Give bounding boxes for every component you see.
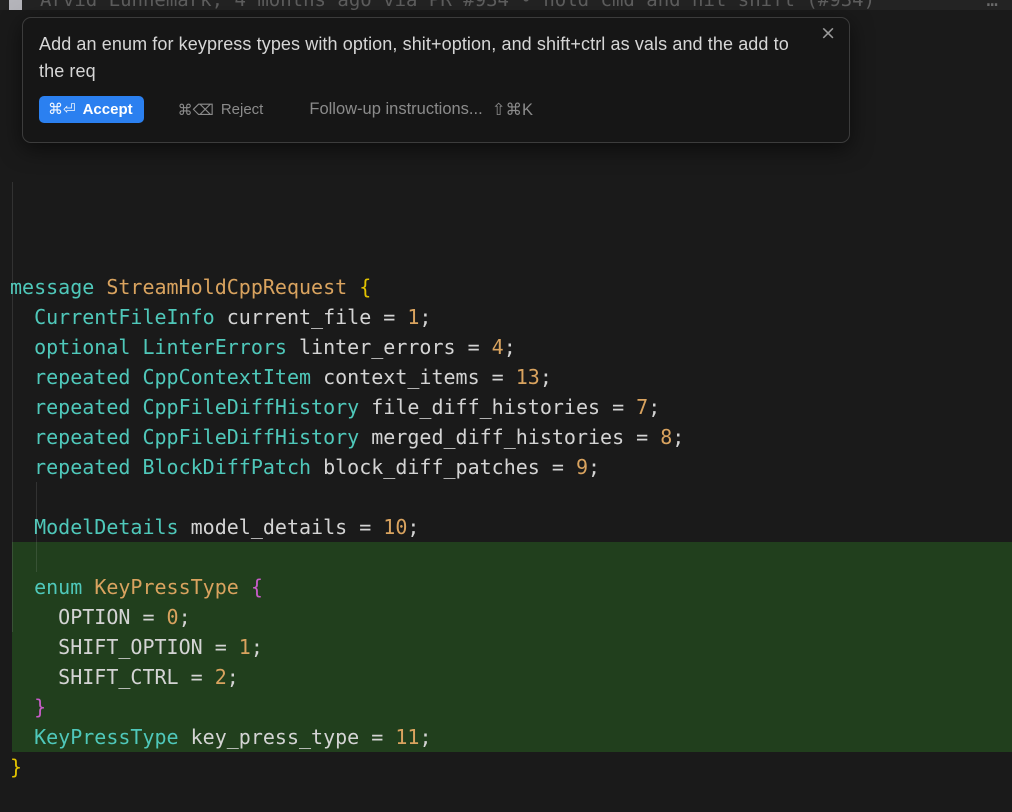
- close-icon[interactable]: ×: [820, 24, 836, 43]
- indent-guide-level1: [12, 182, 13, 632]
- text-cursor-block: [9, 0, 22, 10]
- code-line[interactable]: }: [0, 752, 1012, 782]
- code-line[interactable]: optional LinterErrors linter_errors = 4;: [0, 332, 1012, 362]
- code-line-added[interactable]: }: [0, 692, 1012, 722]
- blame-annotation-strip: Arvid Lunnemark, 4 months ago via PR #93…: [0, 0, 1012, 10]
- code-line[interactable]: repeated CppFileDiffHistory merged_diff_…: [0, 422, 1012, 452]
- code-line-added[interactable]: SHIFT_OPTION = 1;: [0, 632, 1012, 662]
- code-line[interactable]: repeated BlockDiffPatch block_diff_patch…: [0, 452, 1012, 482]
- code-area[interactable]: message StreamHoldCppRequest { CurrentFi…: [0, 152, 1012, 812]
- code-line-added[interactable]: SHIFT_CTRL = 2;: [0, 662, 1012, 692]
- reject-button-label: Reject: [221, 101, 264, 118]
- prompt-text: Add an enum for keypress types with opti…: [39, 31, 819, 85]
- code-line-added[interactable]: [0, 542, 1012, 572]
- code-line[interactable]: repeated CppContextItem context_items = …: [0, 362, 1012, 392]
- code-line[interactable]: repeated CppFileDiffHistory file_diff_hi…: [0, 392, 1012, 422]
- blame-overflow-ellipsis: …: [987, 0, 998, 10]
- followup-placeholder: Follow-up instructions...: [309, 100, 482, 119]
- code-line-added[interactable]: OPTION = 0;: [0, 602, 1012, 632]
- accept-button-label: Accept: [83, 101, 133, 118]
- followup-shortcut-hint: ⇧⌘K: [492, 100, 533, 120]
- code-line[interactable]: ModelDetails model_details = 10;: [0, 512, 1012, 542]
- code-line[interactable]: [0, 482, 1012, 512]
- blame-annotation-text: Arvid Lunnemark, 4 months ago via PR #93…: [40, 0, 875, 10]
- reject-shortcut-icon: ⌘⌫: [178, 101, 214, 119]
- inline-edit-popup: × Add an enum for keypress types with op…: [22, 17, 850, 143]
- code-line[interactable]: CurrentFileInfo current_file = 1;: [0, 302, 1012, 332]
- accept-button[interactable]: ⌘⏎ Accept: [39, 96, 144, 123]
- followup-instructions-input[interactable]: Follow-up instructions... ⇧⌘K: [309, 100, 533, 120]
- popup-actions-row: ⌘⏎ Accept ⌘⌫ Reject Follow-up instructio…: [39, 96, 833, 123]
- accept-shortcut-icon: ⌘⏎: [48, 100, 76, 118]
- code-lines-container: message StreamHoldCppRequest { CurrentFi…: [0, 272, 1012, 782]
- code-line-added[interactable]: enum KeyPressType {: [0, 572, 1012, 602]
- code-line-added[interactable]: KeyPressType key_press_type = 11;: [0, 722, 1012, 752]
- code-line[interactable]: message StreamHoldCppRequest {: [0, 272, 1012, 302]
- reject-button[interactable]: ⌘⌫ Reject: [172, 100, 270, 120]
- indent-guide-level2: [36, 482, 37, 572]
